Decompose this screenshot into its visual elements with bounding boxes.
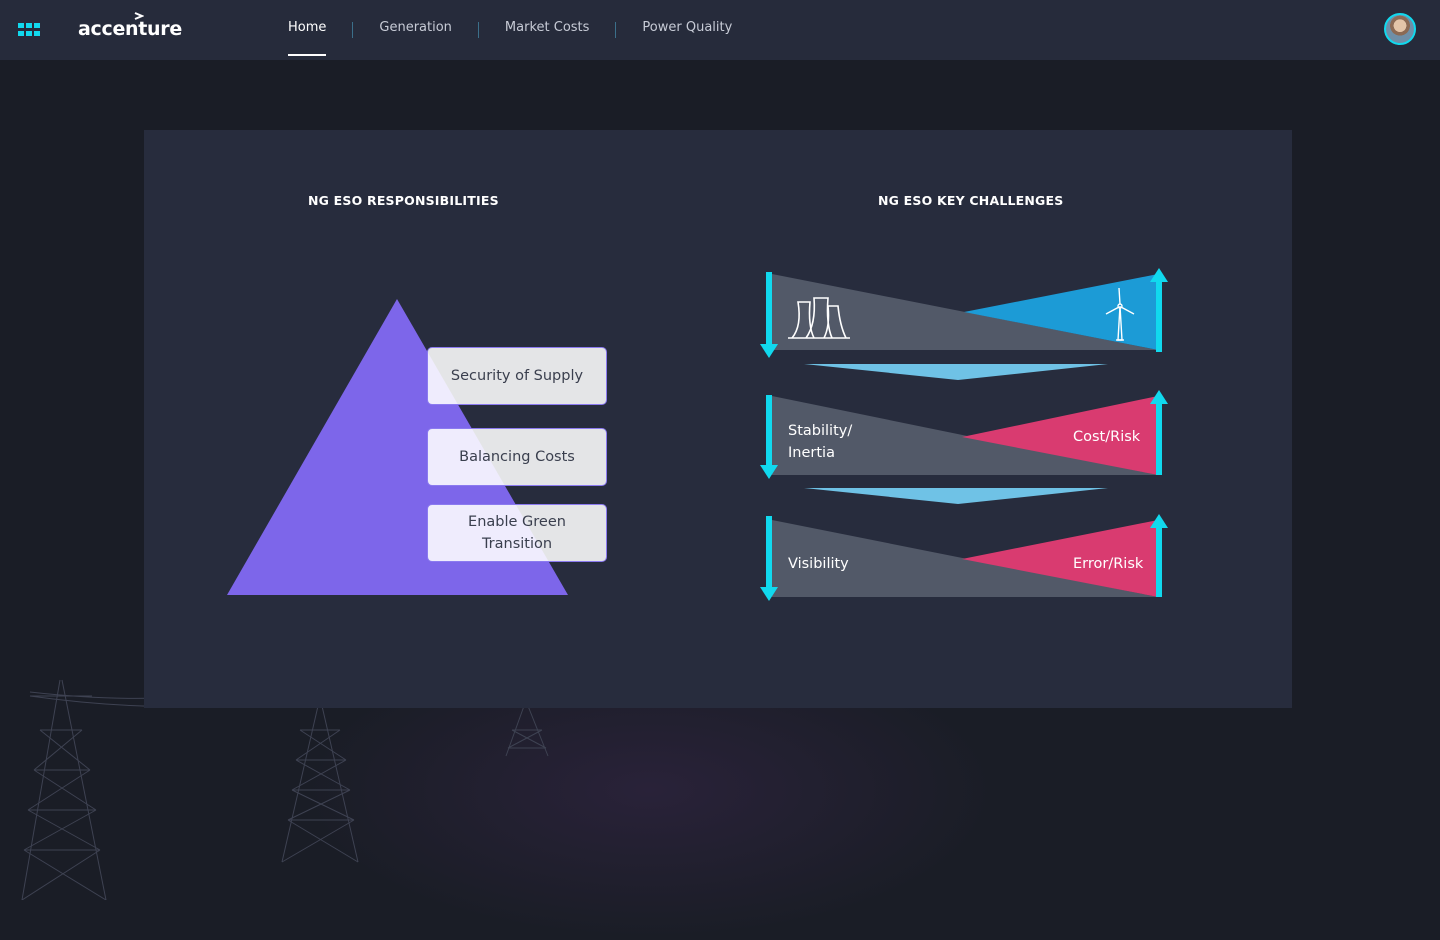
brand-name: accenture [78, 18, 182, 40]
overview-panel: NG ESO RESPONSIBILITIES NG ESO KEY CHALL… [144, 130, 1292, 708]
challenges-title: NG ESO KEY CHALLENGES [878, 193, 1064, 208]
nav-divider [477, 22, 479, 38]
apps-grid-icon[interactable] [18, 23, 40, 37]
nav-divider [615, 22, 617, 38]
nav-divider [352, 22, 354, 38]
challenge-label-stability: Stability/ Inertia [788, 423, 853, 461]
responsibilities-title: NG ESO RESPONSIBILITIES [308, 193, 499, 208]
tab-power-quality[interactable]: Power Quality [642, 0, 732, 60]
top-navigation-bar: accenture Home Generation Market Costs P… [0, 0, 1440, 60]
responsibility-label: Security of Supply [450, 368, 584, 384]
responsibility-balancing-costs: Balancing Costs [427, 428, 607, 486]
connector-chevron [804, 488, 1108, 504]
challenges-diagram: Stability/ Inertia Cost/Risk Visibility … [758, 266, 1178, 610]
responsibility-enable-green-transition: Enable Green Transition [427, 504, 607, 562]
tab-home[interactable]: Home [288, 0, 327, 60]
responsibility-label: Balancing Costs [459, 449, 575, 465]
main-nav: Home Generation Market Costs Power Quali… [288, 0, 732, 60]
user-avatar[interactable] [1384, 13, 1416, 45]
tab-generation[interactable]: Generation [379, 0, 452, 60]
challenge-label-visibility: Visibility [788, 556, 849, 572]
challenge-label-error-risk: Error/Risk [1073, 556, 1144, 572]
challenge-label-cost-risk: Cost/Risk [1073, 429, 1141, 445]
responsibility-label: Enable Green Transition [468, 514, 566, 552]
tab-market-costs[interactable]: Market Costs [505, 0, 590, 60]
responsibility-security-of-supply: Security of Supply [427, 347, 607, 405]
connector-chevron [804, 364, 1108, 380]
